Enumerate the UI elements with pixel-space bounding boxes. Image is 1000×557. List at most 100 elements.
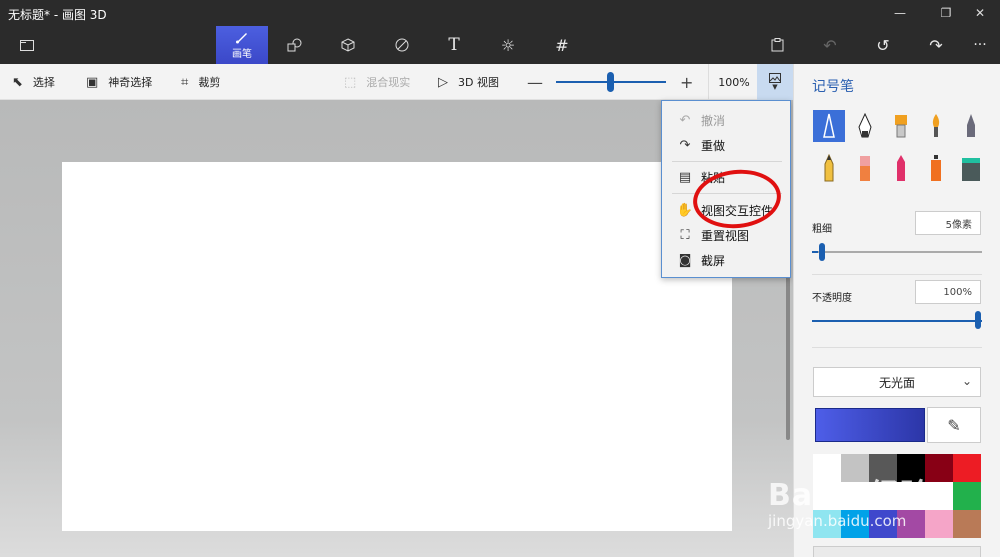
menu-item-undo[interactable]: ↶ 撤消 xyxy=(662,108,790,132)
zoom-out-button[interactable]: — xyxy=(527,73,543,92)
color-swatch[interactable] xyxy=(925,510,953,538)
brush-watercolor[interactable] xyxy=(920,110,952,142)
magic-select-label: 神奇选择 xyxy=(108,76,153,89)
shapes-2d-tab[interactable] xyxy=(273,26,317,64)
brush-crayon[interactable] xyxy=(885,152,917,184)
crayon-icon xyxy=(897,155,905,181)
marker-brush-icon xyxy=(823,113,835,138)
opacity-label: 不透明度 xyxy=(812,293,852,304)
brush-eraser[interactable] xyxy=(849,152,881,184)
folder-icon xyxy=(20,40,34,51)
magic-select-button[interactable]: ▣ 神奇选择 xyxy=(86,64,152,100)
brush-spray-can[interactable] xyxy=(920,152,952,184)
canvas-tab[interactable]: # xyxy=(540,26,584,64)
text-tab[interactable]: T xyxy=(432,26,476,64)
redo-button[interactable]: ↷ xyxy=(914,26,958,64)
brush-fill-bucket[interactable] xyxy=(955,152,987,184)
undo-icon: ↶ xyxy=(823,35,837,55)
select-label: 选择 xyxy=(32,76,55,89)
more-button[interactable]: ··· xyxy=(958,26,1000,64)
brush-marker[interactable] xyxy=(813,110,845,142)
window-title: 无标题* - 画图 3D xyxy=(8,8,107,22)
brush-oil[interactable] xyxy=(885,110,917,142)
zoom-slider-thumb[interactable] xyxy=(607,72,614,92)
effects-icon: ☼ xyxy=(500,35,516,55)
chevron-down-icon: ▼ xyxy=(772,83,778,91)
spray-can-icon xyxy=(931,155,941,181)
menu-button[interactable] xyxy=(5,26,49,64)
opacity-input[interactable]: 100% xyxy=(915,280,981,304)
history-icon: ↺ xyxy=(876,35,890,55)
watermark-url: jingyan.baidu.com xyxy=(768,512,907,530)
opacity-slider-thumb[interactable] xyxy=(975,311,981,329)
shapes-3d-tab[interactable] xyxy=(326,26,370,64)
menu-item-screenshot-label: 截屏 xyxy=(701,253,726,268)
menu-item-screenshot[interactable]: ◙ 截屏 xyxy=(662,248,790,272)
thickness-label: 粗细 xyxy=(812,224,832,235)
view-3d-label: 3D 视图 xyxy=(458,76,499,89)
crop-button[interactable]: ⌗ 裁剪 xyxy=(181,64,220,100)
undo-button[interactable]: ↶ xyxy=(808,26,852,64)
reset-view-icon: ⛶ xyxy=(680,227,690,243)
chevron-down-icon: ⌄ xyxy=(961,374,972,388)
drawing-canvas[interactable] xyxy=(62,162,732,531)
paste-icon xyxy=(771,38,783,52)
menu-item-redo[interactable]: ↷ 重做 xyxy=(662,133,790,157)
thickness-slider-track[interactable] xyxy=(812,251,982,253)
paste-button[interactable] xyxy=(755,26,799,64)
finish-dropdown[interactable]: 无光面 ⌄ xyxy=(813,367,981,397)
text-icon: T xyxy=(448,35,460,55)
cursor-icon: ⬉ xyxy=(12,74,23,90)
redo-menu-icon: ↷ xyxy=(679,137,691,153)
menu-divider xyxy=(672,161,782,162)
brush-pixel-pen[interactable] xyxy=(955,110,987,142)
select-button[interactable]: ⬉ 选择 xyxy=(12,64,55,100)
opacity-slider-track[interactable] xyxy=(812,320,982,322)
history-button[interactable]: ↺ xyxy=(861,26,905,64)
camera-icon: ◙ xyxy=(678,252,692,268)
view-menu-button[interactable]: ▼ xyxy=(757,64,793,100)
color-swatch[interactable] xyxy=(953,454,981,482)
image-icon xyxy=(769,73,781,83)
title-bar: 无标题* - 画图 3D — ❐ ✕ xyxy=(0,0,1000,26)
crop-label: 裁剪 xyxy=(198,76,221,89)
thickness-input[interactable]: 5像素 xyxy=(915,211,981,235)
stickers-tab[interactable] xyxy=(380,26,424,64)
eyedropper-button[interactable]: ✎ xyxy=(927,407,981,443)
mixed-reality-icon: ⬚ xyxy=(344,74,357,90)
fill-bucket-icon xyxy=(962,158,980,181)
brush-calligraphy-pen[interactable] xyxy=(849,110,881,142)
menu-item-undo-label: 撤消 xyxy=(701,113,726,128)
eraser-icon xyxy=(860,156,870,181)
watercolor-brush-icon xyxy=(932,114,940,137)
watermark-logo: Baidu经验 xyxy=(768,478,932,513)
view-3d-button[interactable]: ▷ 3D 视图 xyxy=(438,64,499,100)
zoom-percent[interactable]: 100% xyxy=(708,64,760,100)
calligraphy-pen-icon xyxy=(858,113,872,138)
undo-menu-icon: ↶ xyxy=(679,112,691,128)
sub-toolbar: ⬉ 选择 ▣ 神奇选择 ⌗ 裁剪 ⬚ 混合现实 ▷ 3D 视图 — + xyxy=(0,64,793,100)
mixed-reality-button[interactable]: ⬚ 混合现实 xyxy=(344,64,410,100)
current-color-swatch[interactable] xyxy=(815,408,925,442)
main-toolbar: 画笔 T ☼ # ↶ ↺ ↷ ··· xyxy=(0,26,1000,64)
crop-icon: # xyxy=(555,35,569,55)
mixed-reality-label: 混合现实 xyxy=(366,76,411,89)
brush-pencil[interactable] xyxy=(813,152,845,184)
close-button[interactable]: ✕ xyxy=(960,0,1000,26)
thickness-slider-thumb[interactable] xyxy=(819,243,825,261)
brushes-tab[interactable]: 画笔 xyxy=(216,26,268,64)
effects-tab[interactable]: ☼ xyxy=(486,26,530,64)
minimize-button[interactable]: — xyxy=(880,0,920,26)
magic-select-icon: ▣ xyxy=(86,74,99,90)
more-icon: ··· xyxy=(973,37,987,53)
color-swatch[interactable] xyxy=(953,510,981,538)
panel-divider xyxy=(812,347,982,348)
pencil-icon xyxy=(824,154,834,182)
color-swatch[interactable] xyxy=(953,482,981,510)
brush-icon xyxy=(236,33,247,44)
oil-brush-icon xyxy=(895,115,907,138)
add-color-button[interactable] xyxy=(813,546,981,557)
eyedropper-icon: ✎ xyxy=(947,415,961,435)
zoom-in-button[interactable]: + xyxy=(680,73,693,92)
pixel-pen-icon xyxy=(967,114,975,137)
